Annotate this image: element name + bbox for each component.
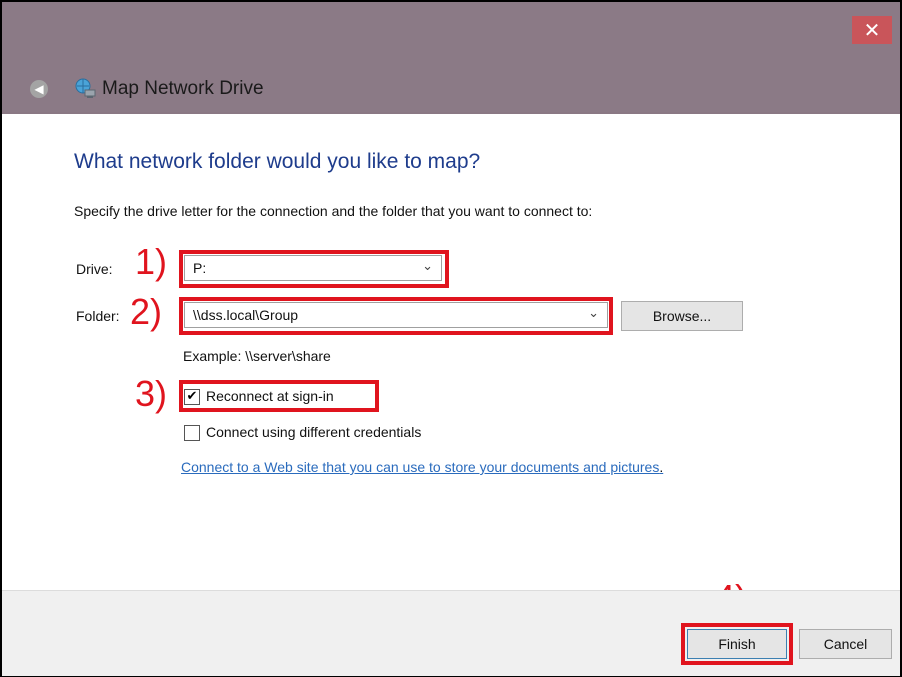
instruction-text: Specify the drive letter for the connect… — [74, 203, 593, 219]
back-button[interactable]: ◀ — [30, 80, 48, 98]
title-bar: ✕ ◀ Map Network Drive — [2, 2, 900, 112]
web-site-link[interactable]: Connect to a Web site that you can use t… — [181, 459, 663, 475]
web-site-link-text[interactable]: Connect to a Web site that you can use t… — [181, 459, 659, 475]
step-2-annotation: 2) — [130, 291, 163, 332]
highlight-box-reconnect — [179, 380, 379, 412]
drive-label: Drive: — [76, 261, 113, 277]
credentials-label[interactable]: Connect using different credentials — [206, 424, 421, 440]
step-3-annotation: 3) — [135, 373, 168, 414]
link-period: . — [659, 459, 664, 475]
page-heading: What network folder would you like to ma… — [74, 150, 481, 173]
map-network-drive-window: ✕ ◀ Map Network Drive What network folde… — [0, 0, 902, 677]
dialog-content: What network folder would you like to ma… — [2, 114, 900, 590]
highlight-box-drive — [179, 250, 449, 288]
window-title: Map Network Drive — [102, 78, 264, 99]
dialog-footer: Finish Cancel — [2, 590, 900, 676]
folder-label: Folder: — [76, 308, 120, 324]
cancel-button[interactable]: Cancel — [799, 629, 892, 659]
browse-button[interactable]: Browse... — [621, 301, 743, 331]
highlight-box-folder — [179, 297, 613, 335]
step-1-annotation: 1) — [135, 241, 168, 282]
example-text: Example: \\server\share — [183, 348, 331, 364]
credentials-checkbox[interactable] — [184, 425, 200, 441]
close-button[interactable]: ✕ — [852, 16, 892, 44]
highlight-box-finish — [681, 623, 793, 665]
back-arrow-icon: ◀ — [34, 82, 44, 96]
network-drive-icon — [75, 78, 96, 98]
close-icon: ✕ — [863, 18, 881, 42]
